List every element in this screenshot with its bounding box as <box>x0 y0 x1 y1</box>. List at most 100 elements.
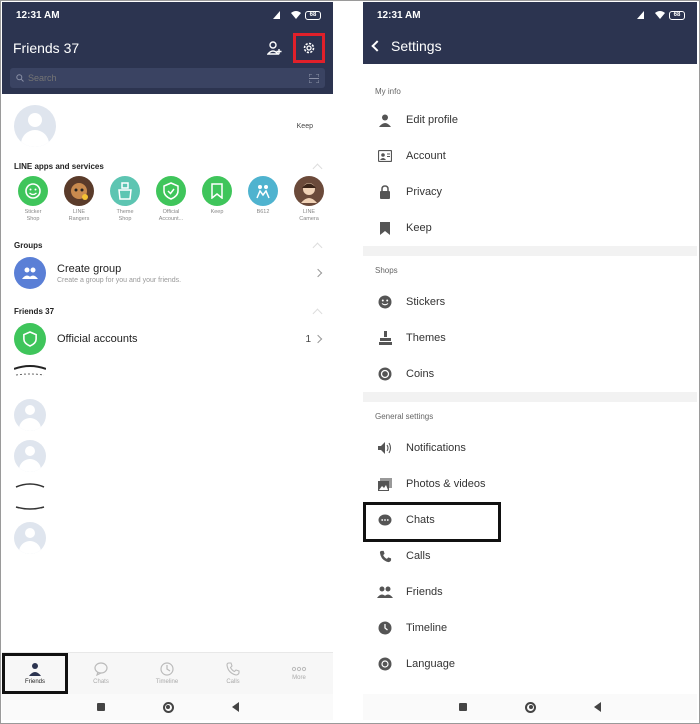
app-line-rangers[interactable]: LINE Rangers <box>56 176 102 223</box>
back-button[interactable] <box>231 702 239 712</box>
app-keep[interactable]: Keep <box>194 176 240 223</box>
search-icon <box>16 74 24 82</box>
add-friend-icon[interactable] <box>267 40 283 56</box>
phone-icon <box>226 662 240 676</box>
page-title: Friends 37 <box>13 40 80 56</box>
settings-item-label: Photos & videos <box>406 478 486 490</box>
settings-item-language[interactable]: Language <box>363 646 697 682</box>
back-arrow-icon[interactable] <box>371 40 383 52</box>
settings-item-chats[interactable]: Chats <box>363 502 697 542</box>
collapse-icon[interactable] <box>312 163 323 173</box>
app-line-camera[interactable]: LINE Camera <box>286 176 332 223</box>
settings-item-label: Account <box>406 150 446 162</box>
settings-item-themes[interactable]: Themes <box>363 320 697 356</box>
settings-item-label: Stickers <box>406 296 446 308</box>
collapse-icon[interactable] <box>312 242 323 252</box>
person-icon <box>29 663 41 676</box>
more-dots-icon <box>291 666 307 672</box>
wifi-icon <box>291 11 301 19</box>
nav-chats[interactable]: Chats <box>68 653 134 694</box>
friends-section-title: Friends 37 <box>2 303 333 319</box>
groups-section-title: Groups <box>2 237 333 253</box>
create-group-row[interactable]: Create group Create a group for you and … <box>2 253 333 293</box>
settings-item-label: Coins <box>406 368 435 380</box>
settings-item-edit-profile[interactable]: Edit profile <box>363 102 697 138</box>
section-label: LINE apps and services <box>14 161 104 171</box>
status-time: 12:31 AM <box>16 9 60 21</box>
create-group-subtitle: Create a group for you and your friends. <box>57 276 182 284</box>
settings-item-timeline[interactable]: Timeline <box>363 610 697 646</box>
apps-section-title: LINE apps and services <box>2 158 333 174</box>
settings-button[interactable] <box>293 33 325 63</box>
section-shops: Shops <box>375 265 398 275</box>
search-bar <box>2 68 333 94</box>
page-title: Settings <box>391 38 442 54</box>
avatar <box>14 522 46 554</box>
phone-icon <box>379 550 391 562</box>
app-official-accounts[interactable]: Official Account... <box>148 176 194 223</box>
friends-header: Friends 37 <box>2 28 333 68</box>
list-item[interactable] <box>2 440 333 472</box>
smiley-icon <box>378 295 392 309</box>
settings-item-label: Privacy <box>406 186 443 198</box>
gear-icon <box>303 42 315 54</box>
settings-item-friends[interactable]: Friends <box>363 574 697 610</box>
settings-item-label: Keep <box>406 222 432 234</box>
settings-item-account[interactable]: Account <box>363 138 697 174</box>
settings-item-keep[interactable]: Keep <box>363 210 697 246</box>
id-card-icon <box>378 150 392 162</box>
my-profile-row[interactable]: Keep <box>2 94 333 158</box>
nav-calls[interactable]: Calls <box>200 653 266 694</box>
keep-link[interactable]: Keep <box>297 123 313 130</box>
app-sticker-shop[interactable]: Sticker Shop <box>10 176 56 223</box>
app-label: Keep <box>210 209 224 215</box>
create-group-label: Create group <box>57 262 122 275</box>
settings-item-label: Edit profile <box>406 114 458 126</box>
settings-item-label: Themes <box>406 332 446 344</box>
search-input[interactable] <box>28 73 305 83</box>
status-icons: 68 <box>637 10 685 20</box>
friends-screen: 12:31 AM 68 Friends 37 Search Keep LINE … <box>2 2 333 720</box>
line-rangers-icon <box>64 176 94 206</box>
settings-item-privacy[interactable]: Privacy <box>363 174 697 210</box>
paint-brush-icon <box>378 331 392 345</box>
home-button[interactable] <box>525 701 536 713</box>
app-theme-shop[interactable]: Theme Shop <box>102 176 148 223</box>
apps-list: Sticker Shop LINE Rangers Theme Shop Off… <box>2 174 333 223</box>
home-button[interactable] <box>162 701 174 713</box>
list-item[interactable] <box>2 361 333 393</box>
app-label: LINE Rangers <box>68 209 90 222</box>
keep-bookmark-icon <box>202 176 232 206</box>
clock-icon <box>378 621 392 635</box>
qr-scan-icon[interactable] <box>309 73 319 83</box>
friends-list <box>2 361 333 554</box>
settings-item-stickers[interactable]: Stickers <box>363 284 697 320</box>
settings-item-coins[interactable]: Coins <box>363 356 697 392</box>
app-b612[interactable]: B612 <box>240 176 286 223</box>
settings-item-calls[interactable]: Calls <box>363 538 697 574</box>
list-item[interactable] <box>2 522 333 554</box>
recents-button[interactable] <box>96 703 105 711</box>
avatar[interactable] <box>14 105 56 147</box>
chats-highlight-box <box>363 502 501 542</box>
coin-icon <box>378 367 392 381</box>
nav-friends[interactable]: Friends <box>2 653 68 694</box>
nav-timeline[interactable]: Timeline <box>134 653 200 694</box>
settings-item-photos-videos[interactable]: Photos & videos <box>363 466 697 502</box>
settings-item-label: Friends <box>406 586 443 598</box>
app-label: LINE Camera <box>299 209 319 222</box>
settings-item-label: Notifications <box>406 442 466 454</box>
globe-icon <box>378 657 392 671</box>
nav-more[interactable]: More <box>266 653 332 694</box>
list-item[interactable] <box>2 481 333 513</box>
list-item[interactable] <box>2 399 333 431</box>
settings-item-notifications[interactable]: Notifications <box>363 430 697 466</box>
official-accounts-label: Official accounts <box>57 333 138 345</box>
status-bar: 12:31 AM 68 <box>363 2 697 28</box>
section-label: Groups <box>14 240 43 250</box>
avatar <box>15 483 45 510</box>
official-accounts-row[interactable]: Official accounts 1 <box>2 319 333 359</box>
back-button[interactable] <box>594 702 601 712</box>
recents-button[interactable] <box>459 703 467 711</box>
collapse-icon[interactable] <box>312 308 323 318</box>
